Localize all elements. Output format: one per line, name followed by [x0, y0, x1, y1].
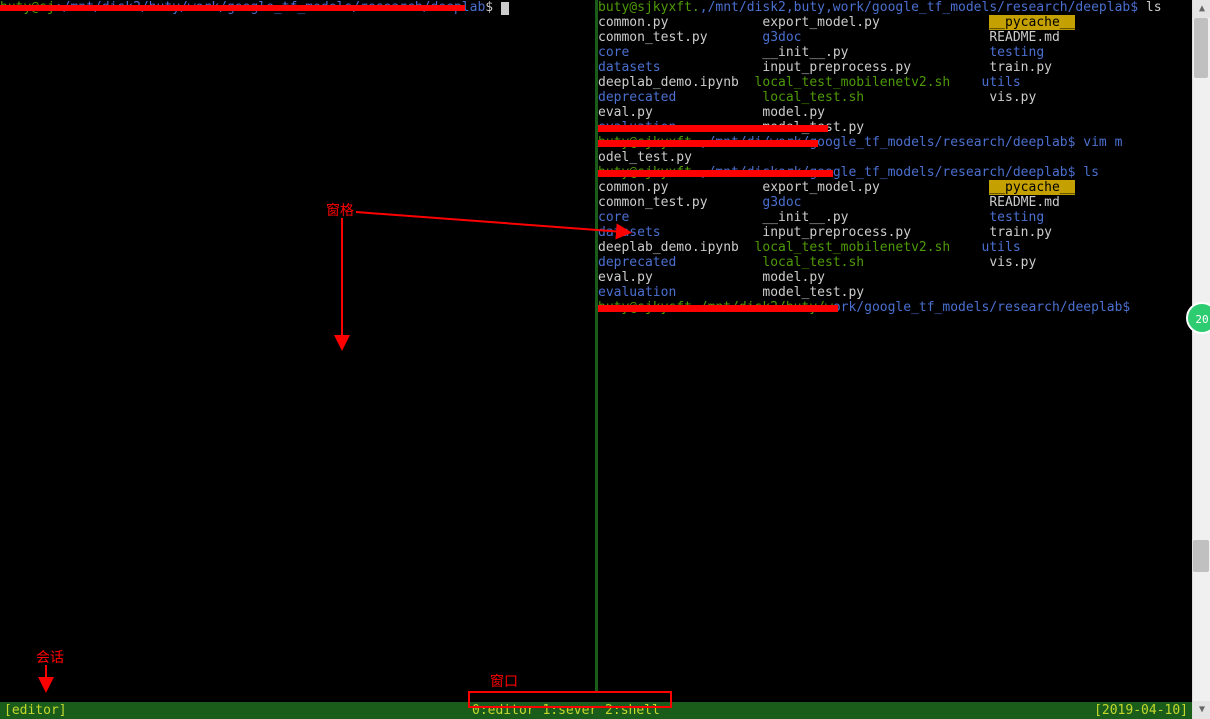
redaction-bar: [598, 140, 818, 147]
prompt-line: buty@sjkyxft.,/mnt/disk2,buty,work/googl…: [598, 0, 1192, 15]
redaction-bar: [598, 170, 833, 177]
tmux-pane-left[interactable]: buty@sj:/mnt/disk2/buty/work/google_tf_m…: [0, 0, 595, 691]
cursor: [501, 2, 509, 15]
scroll-thumb[interactable]: [1194, 18, 1208, 78]
scroll-up-button[interactable]: ▲: [1193, 0, 1210, 18]
annotation-arrow-session: [38, 665, 54, 693]
annotation-arrow-right: [356, 208, 631, 238]
notification-badge[interactable]: 20: [1186, 302, 1210, 334]
annotation-pane-label: 窗格: [326, 203, 354, 218]
cmd: ls: [1146, 0, 1162, 15]
annotation-window-box: [468, 691, 672, 708]
scroll-nub[interactable]: [1193, 540, 1209, 572]
vertical-scrollbar[interactable]: ▲ ▼: [1192, 0, 1210, 719]
redaction-bar: [598, 125, 828, 132]
annotation-session-label: 会话: [36, 650, 64, 665]
scroll-down-button[interactable]: ▼: [1193, 701, 1210, 719]
session-name[interactable]: [editor]: [4, 703, 67, 718]
redaction-bar: [598, 305, 838, 312]
pane-container: buty@sj:/mnt/disk2/buty/work/google_tf_m…: [0, 0, 1192, 691]
annotation-window-label: 窗口: [490, 674, 518, 689]
tmux-terminal: buty@sj:/mnt/disk2/buty/work/google_tf_m…: [0, 0, 1192, 719]
prompt-path: ,/mnt/disk2,buty,work/google_tf_models/r…: [700, 0, 1146, 15]
annotation-arrow-down: [334, 218, 354, 353]
redaction-bar: [0, 5, 465, 11]
prompt-dollar: $: [485, 0, 501, 15]
prompt-host: buty@sjkyxft.: [598, 0, 700, 15]
status-date: [2019-04-10]: [1094, 703, 1188, 718]
tmux-pane-right[interactable]: buty@sjkyxft.,/mnt/disk2,buty,work/googl…: [598, 0, 1192, 691]
